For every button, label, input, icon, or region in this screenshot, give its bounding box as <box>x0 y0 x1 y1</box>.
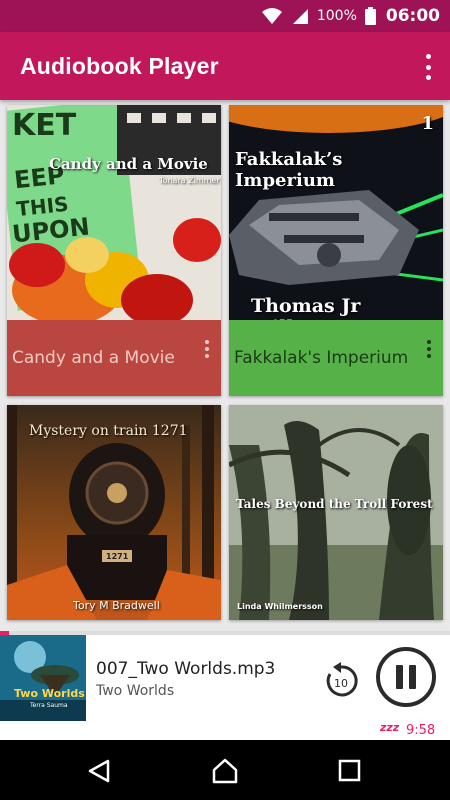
book-card[interactable]: Mystery on train 1271 1271 Tory M Bradwe… <box>7 405 221 620</box>
battery-icon <box>364 7 376 25</box>
cover-author: Tory M Bradwell <box>73 599 160 612</box>
home-icon[interactable] <box>212 758 238 784</box>
overflow-menu-icon[interactable] <box>420 54 436 80</box>
book-card[interactable]: Tales Beyond the Troll Forest Linda Whil… <box>229 405 443 620</box>
cover-plate: 1271 <box>106 552 129 561</box>
book-cover[interactable]: Mystery on train 1271 1271 Tory M Bradwe… <box>7 405 221 620</box>
book-grid[interactable]: KET EEP THIS UPON Candy and a Movie Tona… <box>0 100 450 635</box>
back-icon[interactable] <box>87 758 113 784</box>
rewind-seconds: 10 <box>334 677 348 690</box>
pause-button[interactable] <box>376 647 436 707</box>
imperium-cover-art <box>229 105 443 320</box>
sleep-timer-icon[interactable]: zzz <box>380 721 399 734</box>
clock: 06:00 <box>385 6 440 26</box>
system-nav-bar <box>0 740 450 800</box>
sleep-timer-value: 9:58 <box>406 723 436 738</box>
candy-cover-art: KET EEP THIS UPON <box>7 105 221 320</box>
track-name: 007_Two Worlds.mp3 <box>96 659 276 679</box>
troll-forest-cover-art <box>229 405 443 620</box>
mini-player[interactable]: Two Worlds Terra Sauma 007_Two Worlds.mp… <box>0 635 450 740</box>
book-menu-icon[interactable] <box>203 340 211 358</box>
cover-title: Tales Beyond the Troll Forest <box>236 497 433 511</box>
rewind-icon: 10 <box>326 662 358 697</box>
cover-author: Tonara Zimmer <box>159 176 220 185</box>
cover-number: 1 <box>421 113 434 134</box>
book-title: Fakkalak's Imperium <box>234 348 409 368</box>
status-bar: 100% 06:00 <box>0 0 450 32</box>
book-cover[interactable]: KET EEP THIS UPON Candy and a Movie Tona… <box>7 105 221 320</box>
cover-title: Candy and a Movie <box>49 155 208 173</box>
pause-icon <box>396 665 403 689</box>
battery-percent: 100% <box>316 8 357 24</box>
now-playing-cover[interactable]: Two Worlds Terra Sauma <box>0 635 86 721</box>
app-bar: Audiobook Player <box>0 32 450 100</box>
book-title: Candy and a Movie <box>12 348 175 368</box>
book-card[interactable]: KET EEP THIS UPON Candy and a Movie Tona… <box>7 105 221 396</box>
book-cover[interactable]: Tales Beyond the Troll Forest Linda Whil… <box>229 405 443 620</box>
book-cover[interactable]: 1 Fakkalak’s Imperium Thomas Jr Willson <box>229 105 443 320</box>
book-card[interactable]: 1 Fakkalak’s Imperium Thomas Jr Willson … <box>229 105 443 396</box>
cover-author: Thomas Jr Willson <box>251 295 361 320</box>
cover-title: Mystery on train 1271 <box>29 423 188 439</box>
book-footer[interactable]: Fakkalak's Imperium <box>229 320 443 396</box>
cover-author: Terra Sauma <box>30 702 68 709</box>
cover-title: Two Worlds <box>14 687 85 700</box>
book-footer[interactable]: Candy and a Movie <box>7 320 221 396</box>
wifi-icon <box>261 7 283 25</box>
app-title: Audiobook Player <box>20 52 219 79</box>
album-name: Two Worlds <box>96 683 175 699</box>
book-menu-icon[interactable] <box>425 340 433 358</box>
rewind-10-button[interactable]: 10 <box>322 662 360 700</box>
svg-text:KET: KET <box>12 108 77 143</box>
signal-icon <box>291 7 309 25</box>
cover-title: Fakkalak’s Imperium <box>235 149 343 191</box>
recents-icon[interactable] <box>337 758 363 784</box>
cover-author: Linda Whilmersson <box>237 602 323 611</box>
